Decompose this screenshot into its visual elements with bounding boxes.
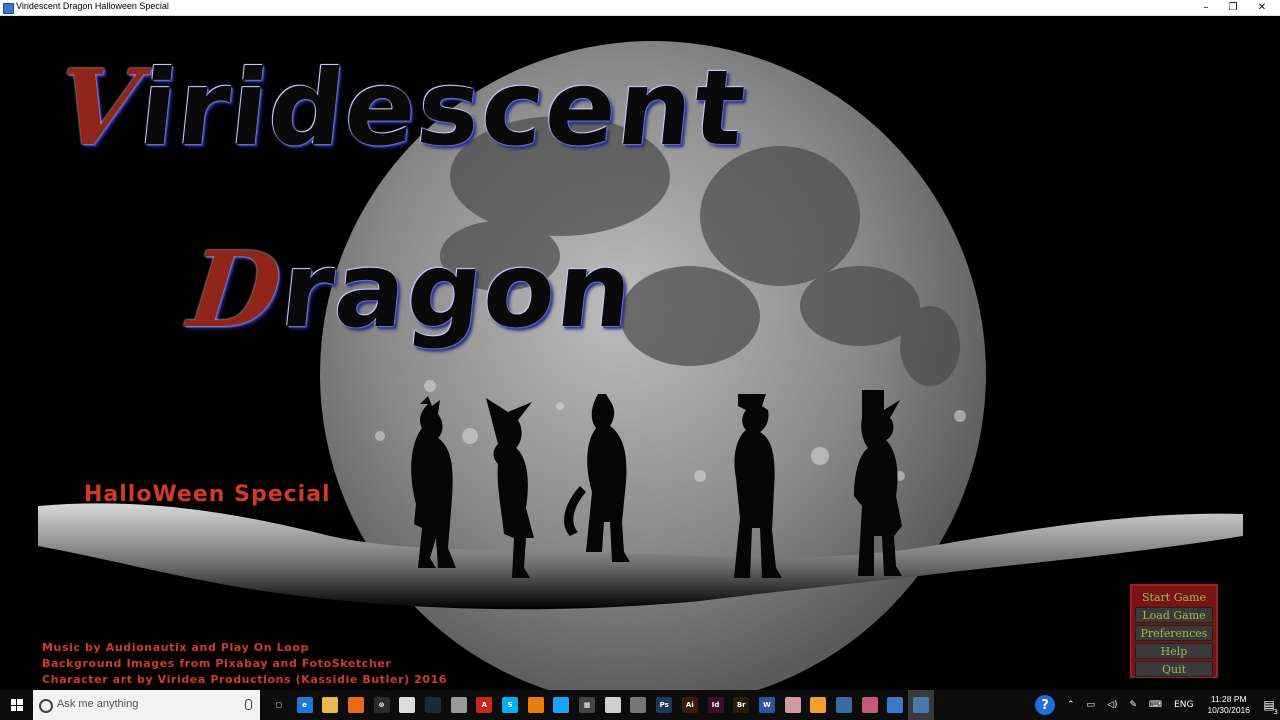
action-center-button[interactable]: ▤ 3 [1258,690,1280,720]
firefox-icon[interactable] [343,690,369,720]
app6-icon[interactable] [857,690,883,720]
help-icon[interactable]: ? [1035,695,1055,715]
edge-icon[interactable]: e [292,690,318,720]
app2-icon[interactable] [446,690,472,720]
document-icon[interactable] [883,690,909,720]
windows-taskbar: Ask me anything ▢ e ⊗ A S ▦ Ps Ai Id Br W ? ⌃ ▭ ◁)… [0,690,1280,720]
search-placeholder: Ask me anything [57,698,139,710]
photos-icon[interactable] [831,690,857,720]
show-hidden-icons[interactable]: ⌃ [1067,700,1075,710]
app3-icon[interactable] [600,690,626,720]
title-text-ragon: ragon [275,229,640,351]
notification-count: 3 [1273,708,1278,716]
volume-icon[interactable]: ◁) [1107,700,1117,710]
pinned-apps: ▢ e ⊗ A S ▦ Ps Ai Id Br W [266,690,934,720]
language-indicator[interactable]: ENG [1174,700,1193,710]
credit-character-art: Character art by Viridea Productions (Ka… [42,673,448,686]
game-title-line1: Viridescent [52,46,753,169]
credit-backgrounds: Background Images from Pixabay and FotoS… [42,657,392,670]
credits: Music by Audionautix and Play On Loop Ba… [42,640,447,688]
close-button[interactable]: ✕ [1244,0,1280,15]
illustrator-icon[interactable]: Ai [677,690,703,720]
pdf-icon[interactable]: A [472,690,498,720]
app-icon [3,3,14,14]
cortana-icon [39,699,53,713]
game-title-screen: Viridescent Dragon HalloWeen Special [0,16,1280,690]
clock-time: 11:28 PM [1210,694,1247,704]
python-icon[interactable] [908,690,934,720]
app-icon[interactable] [394,690,420,720]
app5-icon[interactable] [805,690,831,720]
steam-icon[interactable] [420,690,446,720]
window-title: Viridescent Dragon Halloween Special [16,1,169,11]
network-icon[interactable]: ▭ [1087,700,1096,710]
photoshop-icon[interactable]: Ps [651,690,677,720]
title-initial-d: D [183,228,289,351]
title-initial-v: V [51,46,148,169]
help-button[interactable]: Help [1135,643,1213,659]
windows-logo-icon [10,699,23,711]
keyboard-icon[interactable]: ⌨ [1149,700,1162,710]
bridge-icon[interactable]: Br [728,690,754,720]
halloween-subtitle: HalloWeen Special [84,482,331,507]
xbox-icon[interactable]: ⊗ [369,690,395,720]
calculator-icon[interactable]: ▦ [574,690,600,720]
indesign-icon[interactable]: Id [703,690,729,720]
app4-icon[interactable] [626,690,652,720]
skype-icon[interactable]: S [497,690,523,720]
preferences-button[interactable]: Preferences [1135,625,1213,641]
pen-icon[interactable]: ✎ [1130,700,1138,710]
quit-button[interactable]: Quit [1135,661,1213,677]
blender-icon[interactable] [523,690,549,720]
main-menu: Start Game Load Game Preferences Help Qu… [1130,584,1218,678]
title-text-iridescent: iridescent [134,47,753,169]
game-title-line2: Dragon [184,228,641,351]
word-icon[interactable]: W [754,690,780,720]
clock-date: 10/30/2016 [1207,705,1250,715]
file-explorer-icon[interactable] [317,690,343,720]
window-title-bar: Viridescent Dragon Halloween Special – ❐… [0,0,1280,16]
credit-music: Music by Audionautix and Play On Loop [42,641,309,654]
cortana-search-box[interactable]: Ask me anything [33,690,260,720]
start-game-button[interactable]: Start Game [1135,589,1213,605]
task-view-icon[interactable]: ▢ [266,690,292,720]
load-game-button[interactable]: Load Game [1135,607,1213,623]
twitter-icon[interactable] [549,690,575,720]
start-button[interactable] [0,690,33,720]
system-tray: ? ⌃ ▭ ◁) ✎ ⌨ ENG 11:28 PM 10/30/2016 ▤ 3 [1029,690,1280,720]
character-icon[interactable] [780,690,806,720]
clock[interactable]: 11:28 PM 10/30/2016 [1207,694,1250,716]
microphone-icon[interactable] [245,699,252,710]
